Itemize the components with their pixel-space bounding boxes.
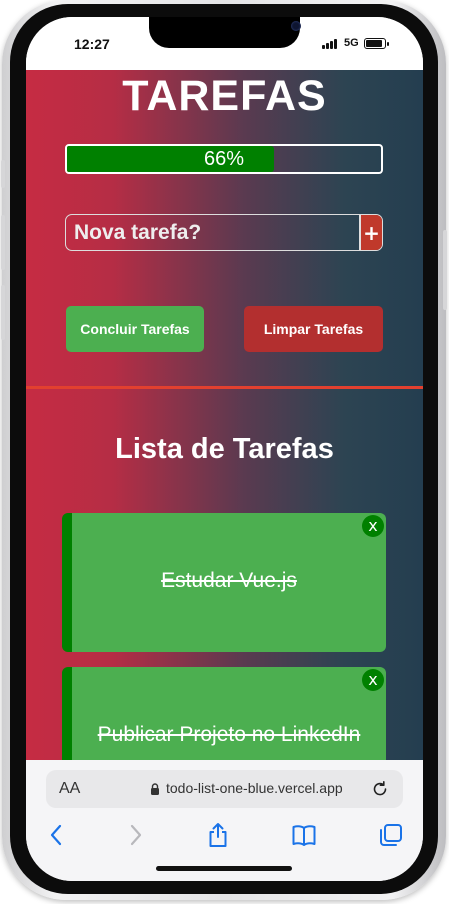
new-task-input[interactable] <box>66 215 359 250</box>
task-text: Publicar Projeto no LinkedIn <box>97 723 361 746</box>
task-list-title: Lista de Tarefas <box>115 433 334 465</box>
home-indicator[interactable] <box>156 866 292 871</box>
chevron-left-icon[interactable] <box>43 822 69 848</box>
new-task-form: + <box>65 214 383 251</box>
book-icon[interactable] <box>291 822 317 848</box>
tabs-icon[interactable] <box>378 822 404 848</box>
complete-tasks-button[interactable]: Concluir Tarefas <box>66 306 204 352</box>
task-text: Estudar Vue.js <box>161 569 297 592</box>
reload-icon[interactable] <box>371 780 389 798</box>
clear-tasks-button[interactable]: Limpar Tarefas <box>244 306 383 352</box>
navigation-toolbar <box>26 822 423 852</box>
notch <box>149 17 301 48</box>
reader-settings-button[interactable]: AA <box>59 780 80 798</box>
volume-up-button <box>1 215 5 270</box>
progress-bar: 66% <box>65 144 383 174</box>
add-task-button[interactable]: + <box>359 215 382 250</box>
mute-switch <box>1 160 5 188</box>
address-bar[interactable]: AA todo-list-one-blue.vercel.app <box>46 770 403 808</box>
url-text[interactable]: todo-list-one-blue.vercel.app <box>166 780 343 796</box>
volume-down-button <box>1 285 5 340</box>
page-title: TAREFAS <box>122 72 327 120</box>
share-icon[interactable] <box>205 822 231 848</box>
task-card[interactable]: Estudar Vue.js x <box>62 513 386 652</box>
lock-icon <box>151 783 159 795</box>
section-divider <box>26 386 423 389</box>
signal-icon <box>322 39 340 49</box>
browser-toolbar: AA todo-list-one-blue.vercel.app <box>26 760 423 881</box>
status-time: 12:27 <box>74 36 110 52</box>
battery-icon <box>364 38 389 49</box>
task-card[interactable]: Publicar Projeto no LinkedIn x <box>62 667 386 760</box>
web-content[interactable]: TAREFAS 66% + Concluir Tarefas Limpar Ta… <box>26 70 423 760</box>
chevron-right-icon[interactable] <box>123 822 149 848</box>
delete-task-button[interactable]: x <box>362 669 384 691</box>
status-bar: 12:27 5G <box>26 17 423 70</box>
network-type: 5G <box>344 37 359 49</box>
screen: 12:27 5G TAREFAS 66% + Concluir Tarefas … <box>26 17 423 881</box>
progress-label: 66% <box>203 148 245 170</box>
delete-task-button[interactable]: x <box>362 515 384 537</box>
front-camera <box>291 21 301 31</box>
power-button <box>443 230 447 310</box>
